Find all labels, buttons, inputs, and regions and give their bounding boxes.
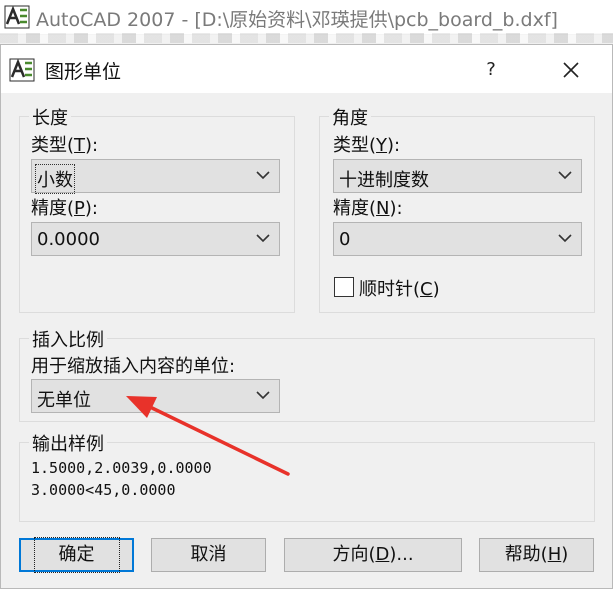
units-dialog: 图形单位 ? 长度 类型(T): 小数 精度(P): 0.0000 角度 类型(… <box>0 44 613 589</box>
angle-group-title: 角度 <box>329 104 371 130</box>
autocad-logo-icon <box>4 5 30 29</box>
insertion-units-value: 无单位 <box>37 390 91 411</box>
help-dialog-button[interactable]: 帮助(H) <box>479 538 594 572</box>
angle-type-value: 十进制度数 <box>339 170 429 191</box>
dialog-title: 图形单位 <box>45 61 122 83</box>
insertion-units-select[interactable]: 无单位 <box>31 379 280 413</box>
length-type-select[interactable]: 小数 <box>31 159 280 194</box>
angle-type-select[interactable]: 十进制度数 <box>333 159 582 193</box>
chevron-down-icon <box>558 171 572 180</box>
chevron-down-icon <box>558 234 572 243</box>
length-precision-value: 0.0000 <box>37 229 100 250</box>
app-titlebar: AutoCAD 2007 - [D:\原始资料\邓瑛提供\pcb_board_b… <box>0 0 613 35</box>
length-type-value: 小数 <box>35 164 75 194</box>
angle-type-label: 类型(Y): <box>333 135 401 156</box>
direction-button[interactable]: 方向(D)... <box>284 538 462 572</box>
insertion-scale-caption: 用于缩放插入内容的单位: <box>31 356 236 377</box>
app-toolbar-strip <box>0 33 613 43</box>
chevron-down-icon <box>256 171 270 180</box>
sample-output-line-2: 3.0000<45,0.0000 <box>31 481 176 499</box>
autocad-logo-icon <box>9 58 35 82</box>
chevron-down-icon <box>256 234 270 243</box>
app-title: AutoCAD 2007 - [D:\原始资料\邓瑛提供\pcb_board_b… <box>36 9 558 31</box>
length-group-title: 长度 <box>29 104 71 130</box>
sample-output-line-1: 1.5000,2.0039,0.0000 <box>31 459 212 477</box>
length-type-label: 类型(T): <box>31 135 99 156</box>
sample-output-title: 输出样例 <box>29 430 107 456</box>
angle-precision-value: 0 <box>339 229 351 250</box>
ok-button[interactable]: 确定 <box>19 537 134 573</box>
help-button[interactable]: ? <box>471 53 511 87</box>
clockwise-checkbox[interactable] <box>334 277 354 297</box>
dialog-titlebar[interactable]: 图形单位 ? <box>1 45 612 93</box>
length-precision-select[interactable]: 0.0000 <box>31 222 280 256</box>
chevron-down-icon <box>256 391 270 400</box>
angle-precision-select[interactable]: 0 <box>333 222 582 256</box>
length-precision-label: 精度(P): <box>31 198 98 219</box>
angle-precision-label: 精度(N): <box>333 198 403 219</box>
clockwise-label[interactable]: 顺时针(C) <box>359 275 440 301</box>
close-icon[interactable] <box>547 53 595 87</box>
insertion-scale-title: 插入比例 <box>29 326 107 352</box>
cancel-button[interactable]: 取消 <box>151 538 266 572</box>
